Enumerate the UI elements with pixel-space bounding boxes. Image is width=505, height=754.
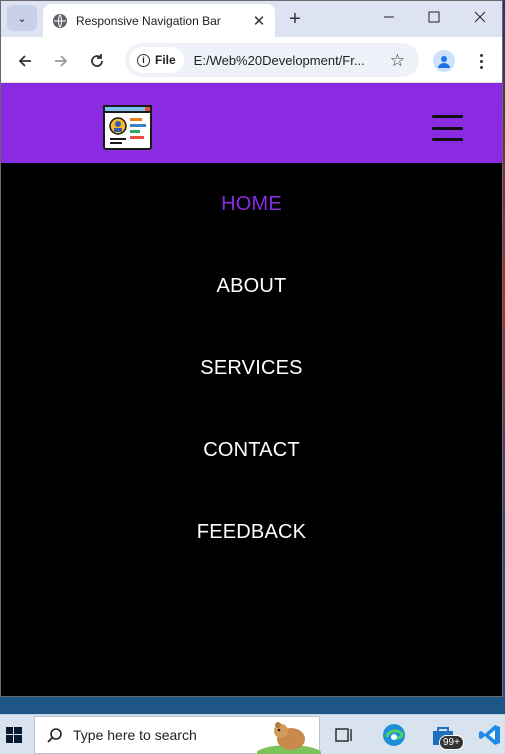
window-close-icon[interactable] [457, 1, 502, 33]
hamburger-icon[interactable] [432, 115, 463, 141]
globe-icon [53, 13, 67, 28]
tab-strip: ⌄ Responsive Navigation Bar ✕ + [1, 1, 502, 37]
nav-item-feedback[interactable]: FEEDBACK [1, 491, 502, 573]
url-text[interactable]: E:/Web%20Development/Fr... [194, 53, 379, 68]
windows-icon[interactable] [0, 715, 28, 754]
site-chip-label: File [155, 53, 176, 67]
nav-item-home[interactable]: HOME [1, 163, 502, 245]
more-icon[interactable] [471, 49, 491, 73]
maximize-icon[interactable] [411, 1, 457, 33]
omnibox[interactable]: i File E:/Web%20Development/Fr... ☆ [125, 43, 419, 77]
minimize-icon[interactable] [366, 1, 412, 33]
taskbar-search[interactable]: Type here to search [34, 716, 321, 754]
logo-icon[interactable] [102, 104, 153, 151]
profile-icon[interactable] [433, 50, 455, 72]
nav-item-about[interactable]: ABOUT [1, 245, 502, 327]
browser-window: ⌄ Responsive Navigation Bar ✕ + i File E… [0, 0, 503, 697]
close-icon[interactable]: ✕ [249, 11, 269, 31]
info-icon: i [137, 53, 150, 67]
site-info-chip[interactable]: i File [129, 47, 184, 73]
back-icon[interactable] [12, 48, 38, 74]
tab-title: Responsive Navigation Bar [76, 13, 221, 28]
reload-icon[interactable] [84, 48, 110, 74]
nav-item-contact[interactable]: CONTACT [1, 409, 502, 491]
edge-icon[interactable] [382, 723, 406, 747]
forward-icon[interactable] [48, 48, 74, 74]
vscode-icon[interactable] [478, 723, 502, 747]
taskbar: Type here to search 99+ [0, 714, 505, 754]
nav-menu: HOME ABOUT SERVICES CONTACT FEEDBACK [1, 163, 502, 573]
notification-badge: 99+ [439, 735, 464, 750]
search-placeholder: Type here to search [73, 727, 197, 743]
search-highlight-image [257, 722, 321, 754]
plus-icon[interactable]: + [283, 7, 307, 31]
page-viewport: HOME ABOUT SERVICES CONTACT FEEDBACK [1, 83, 502, 696]
address-bar: i File E:/Web%20Development/Fr... ☆ [1, 37, 502, 83]
search-icon [47, 728, 62, 743]
site-header [1, 83, 502, 163]
task-view-icon[interactable] [332, 723, 356, 747]
nav-item-services[interactable]: SERVICES [1, 327, 502, 409]
tab-list-icon[interactable]: ⌄ [7, 5, 37, 31]
star-icon[interactable]: ☆ [390, 51, 405, 71]
browser-tab[interactable]: Responsive Navigation Bar ✕ [43, 4, 275, 37]
